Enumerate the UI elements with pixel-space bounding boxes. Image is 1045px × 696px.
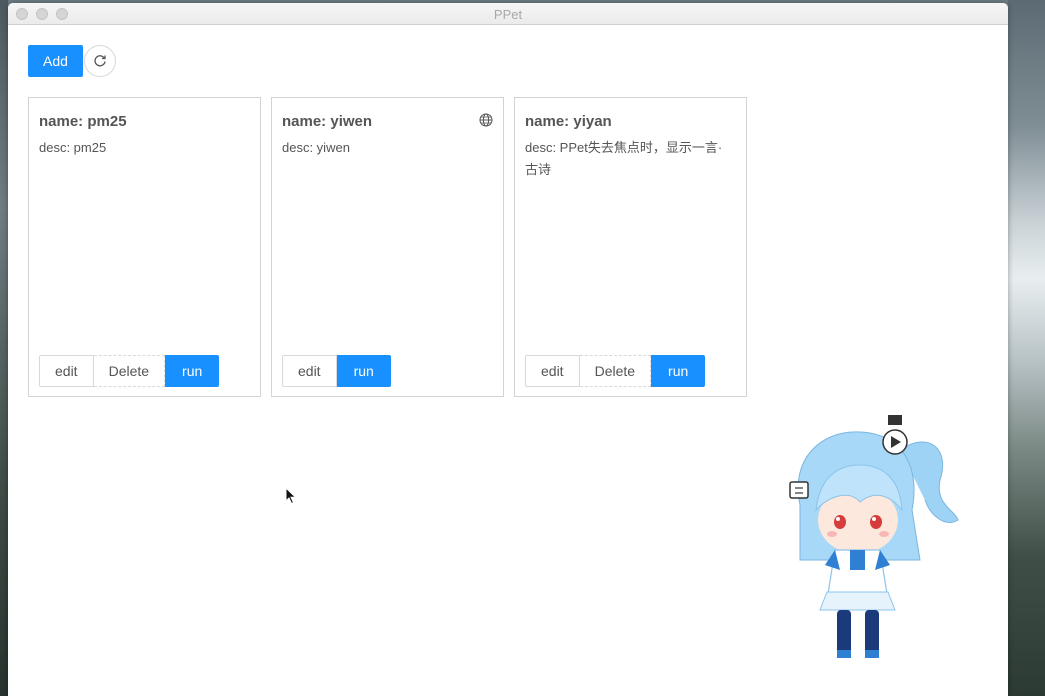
- window-title: PPet: [493, 7, 523, 22]
- title-bar[interactable]: PPet: [8, 3, 1008, 25]
- run-button[interactable]: run: [651, 355, 706, 387]
- card-desc: desc: pm25: [39, 140, 107, 155]
- card-desc: desc: PPet失去焦点时，显示一言·古诗: [525, 140, 723, 177]
- refresh-button[interactable]: [83, 45, 116, 77]
- card-desc: desc: yiwen: [282, 140, 350, 155]
- plugin-card: name: yiwen desc: yiwen edit run: [271, 97, 504, 397]
- globe-icon[interactable]: [479, 113, 493, 127]
- pet-character-image[interactable]: [780, 410, 965, 665]
- plugin-card: name: pm25 desc: pm25 edit Delete run: [28, 97, 261, 397]
- delete-button[interactable]: Delete: [579, 355, 652, 387]
- toolbar: Add: [28, 45, 116, 77]
- card-name: name: pm25: [39, 113, 127, 130]
- card-actions: edit run: [282, 355, 391, 387]
- plugin-card: name: yiyan desc: PPet失去焦点时，显示一言·古诗 edit…: [514, 97, 747, 397]
- mouse-cursor-icon: [285, 487, 297, 505]
- app-window: PPet Add name: pm25 desc: pm25 edit Dele…: [8, 3, 1008, 696]
- card-actions: edit Delete run: [39, 355, 220, 387]
- card-name: name: yiyan: [525, 113, 612, 130]
- card-name: name: yiwen: [282, 113, 373, 130]
- edit-button[interactable]: edit: [525, 355, 580, 387]
- edit-button[interactable]: edit: [282, 355, 337, 387]
- refresh-icon: [94, 55, 106, 67]
- run-button[interactable]: run: [336, 355, 391, 387]
- desktop-background-right: [1008, 0, 1045, 696]
- card-actions: edit Delete run: [525, 355, 706, 387]
- delete-button[interactable]: Delete: [93, 355, 166, 387]
- edit-button[interactable]: edit: [39, 355, 94, 387]
- add-button[interactable]: Add: [28, 45, 83, 77]
- plugin-card-list: name: pm25 desc: pm25 edit Delete run na…: [28, 97, 747, 397]
- run-button[interactable]: run: [165, 355, 220, 387]
- desktop-background-left: [0, 0, 8, 696]
